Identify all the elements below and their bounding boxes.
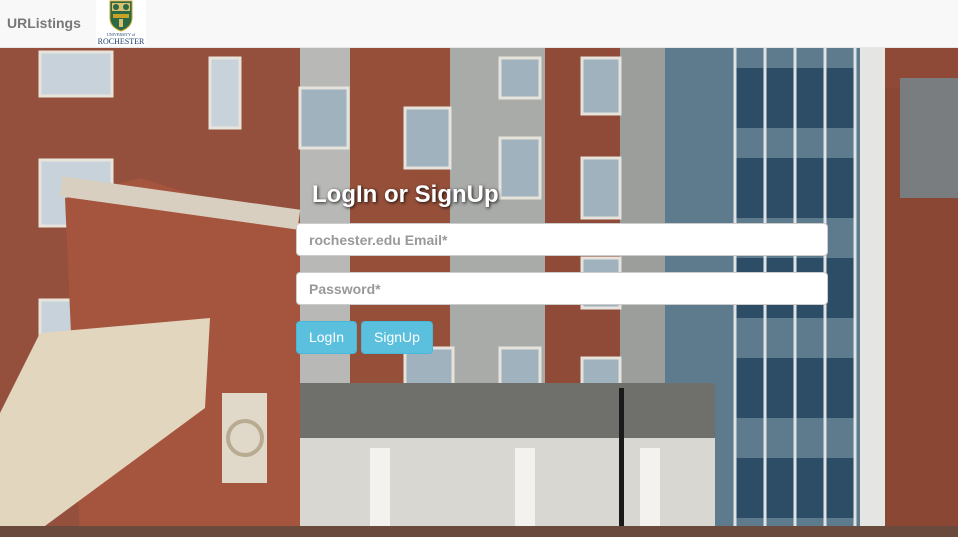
email-input[interactable]: [296, 223, 828, 256]
svg-text:ROCHESTER: ROCHESTER: [98, 37, 145, 46]
password-input[interactable]: [296, 272, 828, 305]
login-title: LogIn or SignUp: [312, 181, 499, 208]
university-logo[interactable]: UNIVERSITY of ROCHESTER: [96, 0, 146, 46]
university-of-rochester-logo-icon: UNIVERSITY of ROCHESTER: [98, 0, 145, 46]
signup-button[interactable]: SignUp: [361, 321, 433, 354]
brand-link[interactable]: URListings: [7, 15, 81, 31]
top-navbar: URListings UNIVERSITY of ROCHESTER: [0, 0, 958, 48]
login-button[interactable]: LogIn: [296, 321, 357, 354]
